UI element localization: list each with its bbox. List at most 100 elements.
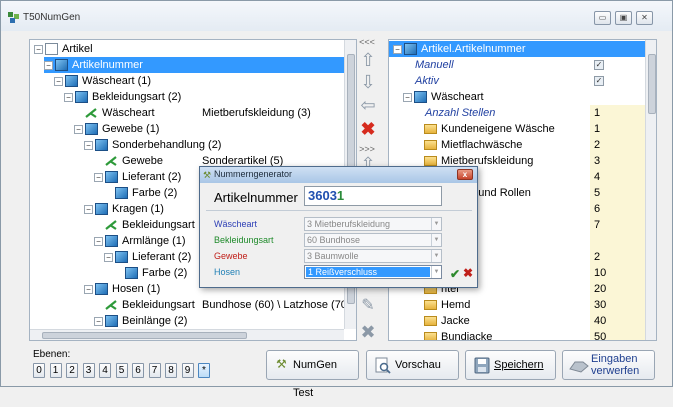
tree-row[interactable]: − Gewebe (1) (30, 121, 345, 137)
checkbox[interactable]: ✓ (594, 60, 604, 70)
cube-icon (105, 235, 118, 247)
tree-row[interactable]: − Bekleidungsart (2) (30, 89, 345, 105)
level-button[interactable]: 7 (148, 363, 161, 378)
expand-toggle-icon[interactable]: − (84, 205, 93, 214)
level-button[interactable]: 0 (33, 363, 45, 378)
dialog-field-label: Bekleidungsart (214, 235, 274, 245)
close-window-button[interactable]: ✕ (636, 11, 653, 25)
preview-icon (375, 357, 391, 374)
level-button[interactable]: 2 (66, 363, 78, 378)
tree-row[interactable]: − Wäscheart (1) (30, 73, 345, 89)
expand-toggle-icon[interactable]: − (54, 77, 63, 86)
expand-toggle-icon[interactable]: − (94, 317, 103, 326)
expand-toggle-icon[interactable]: − (104, 253, 113, 262)
tree-row[interactable]: − Beinlänge (2) (30, 313, 345, 329)
cancel-icon[interactable]: ✖ (463, 267, 475, 279)
tree-row[interactable]: Hemd 30 (389, 297, 645, 313)
tree-row[interactable]: Wäscheart Mietberufskleidung (3) (30, 105, 345, 121)
tree-row[interactable]: Jacke 40 (389, 313, 645, 329)
scroll-thumb[interactable] (648, 54, 656, 114)
leaf-icon (105, 299, 118, 311)
cube-icon (125, 267, 138, 279)
tree-row-value: 40 (594, 315, 607, 327)
dialog-field-label: Hosen (214, 267, 241, 277)
expand-toggle-icon[interactable]: − (44, 61, 53, 70)
chevron-down-icon[interactable]: ▼ (431, 250, 441, 262)
tree-row[interactable]: Bundjacke 50 (389, 329, 645, 340)
tree-row[interactable]: − Sonderbehandlung (2) (30, 137, 345, 153)
left-horizontal-scrollbar[interactable] (30, 329, 344, 340)
tree-row[interactable]: − Artikel.Artikelnummer (389, 41, 645, 57)
levels-label: Ebenen: (33, 349, 71, 360)
dialog-field-select[interactable]: 3 Baumwolle ▼ (304, 249, 442, 263)
folder-icon (424, 316, 437, 326)
move-up-icon[interactable]: ⇧ (360, 51, 376, 69)
minimize-button[interactable]: ▭ (594, 11, 611, 25)
remove-icon[interactable]: ✖ (360, 323, 376, 341)
article-number-field[interactable]: 36031 (304, 186, 442, 206)
expand-toggle-icon[interactable]: − (94, 237, 103, 246)
expand-toggle-icon[interactable]: − (84, 285, 93, 294)
chevron-down-icon[interactable]: ▼ (431, 234, 441, 246)
expand-toggle-icon[interactable]: − (84, 141, 93, 150)
expand-toggle-icon[interactable]: − (34, 45, 43, 54)
dialog-field-select[interactable]: 3 Mietberufskleidung ▼ (304, 217, 442, 231)
tree-row[interactable]: Aktiv ✓ (389, 73, 645, 89)
chevron-down-icon[interactable]: ▼ (431, 266, 441, 278)
tree-row[interactable]: Anzahl Stellen 1 (389, 105, 645, 121)
tree-row-value: 2 (594, 251, 601, 263)
numgen-test-label: NumGen Test (293, 359, 338, 399)
edit-pencil-icon[interactable]: ✎ (360, 297, 376, 315)
tree-row-value: 4 (594, 171, 601, 183)
dialog-title: Nummerngenerator (214, 169, 293, 179)
checkbox[interactable]: ✓ (594, 76, 604, 86)
cube-icon (105, 171, 118, 183)
expand-toggle-icon[interactable]: − (64, 93, 73, 102)
numgen-test-button[interactable]: ⚒ NumGen Test (266, 350, 359, 399)
expand-toggle-icon[interactable]: − (94, 173, 103, 182)
tree-row-label: Wäscheart (431, 91, 484, 103)
level-button[interactable]: 4 (99, 363, 111, 378)
scroll-thumb[interactable] (42, 332, 247, 339)
dialog-close-button[interactable]: x (457, 169, 473, 180)
dialog-field-select[interactable]: 60 Bundhose ▼ (304, 233, 442, 247)
expand-toggle-icon[interactable]: − (403, 93, 412, 102)
move-left-icon[interactable]: ⇦ (360, 96, 376, 114)
article-number-prefix: 3603 (308, 188, 337, 203)
tree-row[interactable]: Manuell ✓ (389, 57, 645, 73)
move-down-icon[interactable]: ⇩ (360, 73, 376, 91)
chevron-down-icon[interactable]: ▼ (431, 218, 441, 230)
dialog-field-select[interactable]: 1 Reißverschluss ▼ (304, 265, 442, 279)
discard-button[interactable]: Eingaben verwerfen (562, 350, 655, 380)
tree-row[interactable]: − Artikelnummer (44, 57, 344, 73)
tree-row-label: Bekleidungsart (122, 219, 195, 231)
tree-row[interactable]: − Wäscheart (389, 89, 645, 105)
tree-row-label: Lieferant (2) (122, 171, 182, 183)
expand-toggle-icon[interactable]: − (393, 45, 402, 54)
discard-icon (569, 361, 589, 373)
preview-button[interactable]: Vorschau (366, 350, 459, 380)
maximize-button[interactable]: ▣ (615, 11, 632, 25)
tree-row[interactable]: − Artikel (30, 41, 345, 57)
cube-icon (105, 315, 118, 327)
expand-toggle-icon[interactable]: − (74, 125, 83, 134)
tree-row[interactable]: Kundeneigene Wäsche 1 (389, 121, 645, 137)
level-button[interactable]: 6 (132, 363, 144, 378)
tree-row[interactable]: Bekleidungsart Bundhose (60) \ Latzhose (… (30, 297, 351, 313)
tree-row[interactable]: Mietflachwäsche 2 (389, 137, 645, 153)
right-vertical-scrollbar[interactable] (645, 40, 656, 340)
save-button[interactable]: Speichern (465, 350, 556, 380)
level-button[interactable]: 9 (181, 363, 194, 378)
level-button[interactable]: 1 (49, 363, 62, 378)
tree-row-value: 5 (594, 187, 601, 199)
level-button[interactable]: 5 (115, 363, 128, 378)
level-button[interactable]: 3 (82, 363, 95, 378)
confirm-icon[interactable]: ✔ (450, 268, 462, 280)
level-button[interactable]: 8 (165, 363, 177, 378)
cube-icon (95, 203, 108, 215)
level-button[interactable]: * (198, 363, 210, 378)
delete-icon[interactable]: ✖ (360, 120, 376, 138)
expand-all-button[interactable]: >>> (355, 144, 379, 154)
collapse-all-button[interactable]: <<< (355, 37, 379, 47)
tree-row-label: Gewebe (1) (102, 123, 160, 135)
